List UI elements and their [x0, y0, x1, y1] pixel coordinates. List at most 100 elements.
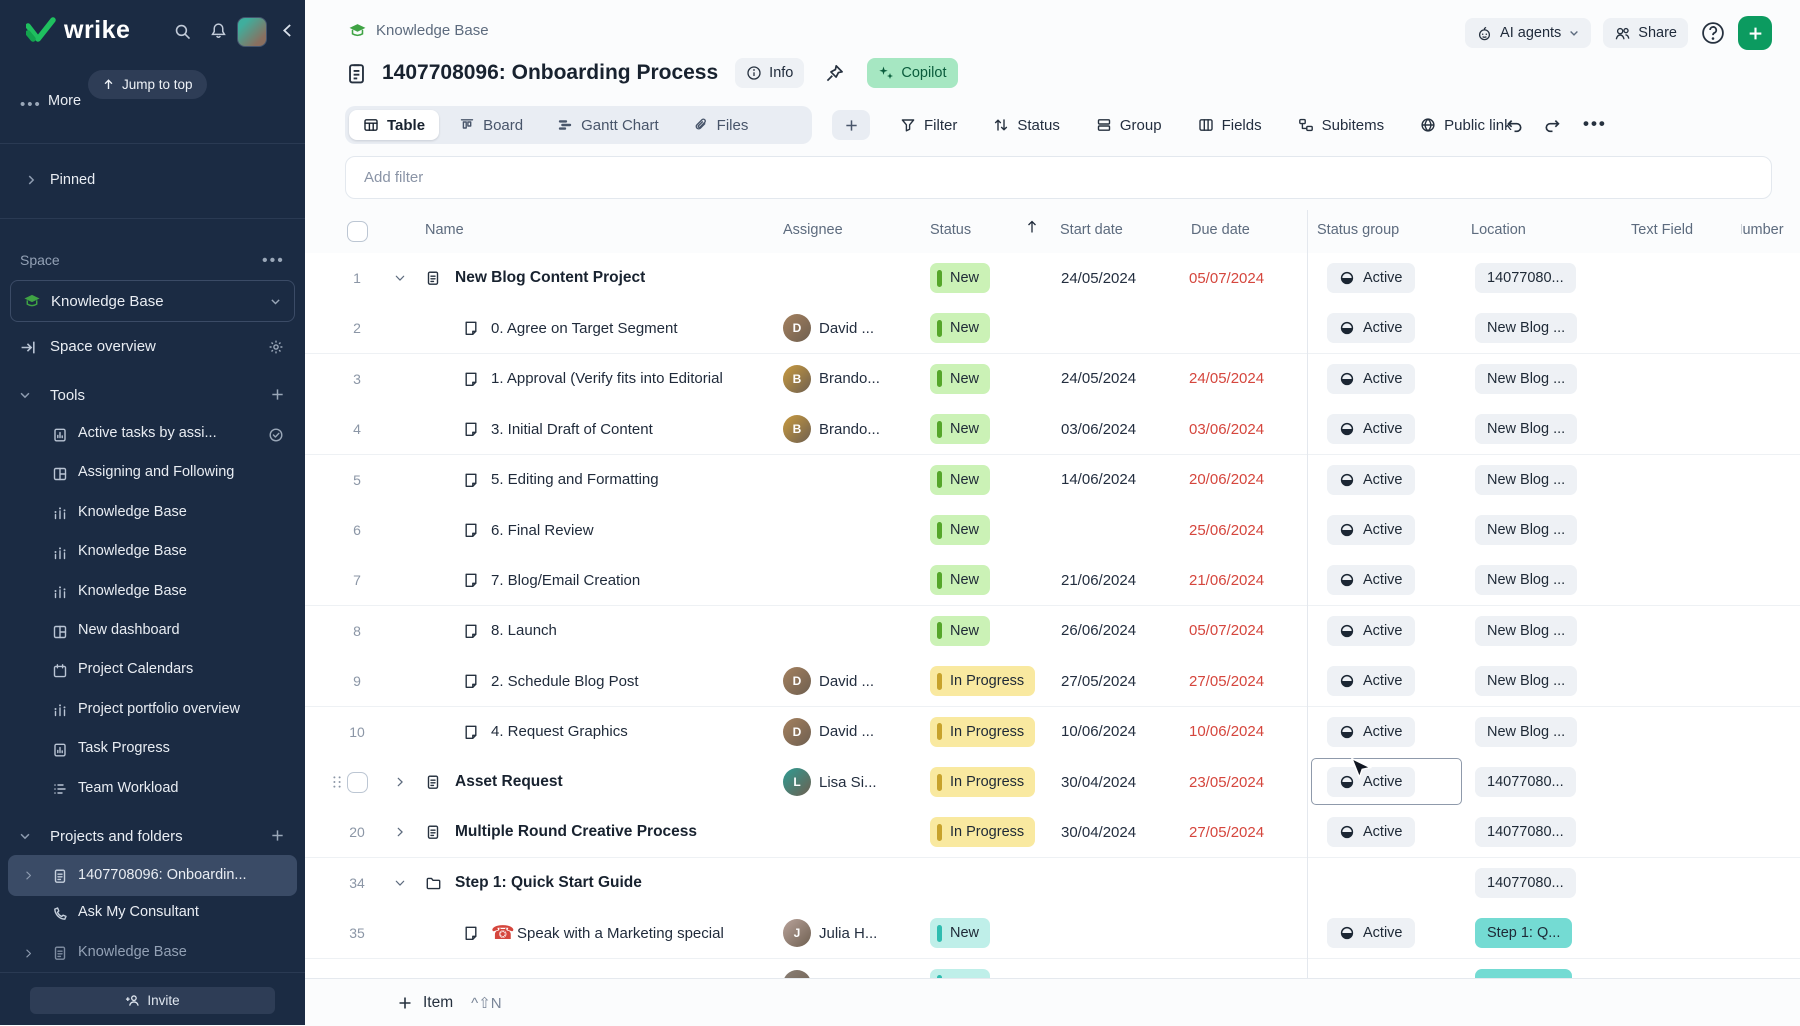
assignee-avatar[interactable]: D: [783, 656, 811, 706]
status-group-pill[interactable]: Active: [1327, 757, 1415, 807]
status-group-pill[interactable]: Active: [1327, 354, 1415, 404]
status-group-pill[interactable]: Active: [1327, 807, 1415, 857]
due-date[interactable]: 20/06/2024: [1189, 455, 1264, 505]
assignee-avatar[interactable]: B: [783, 354, 811, 404]
space-selector[interactable]: Knowledge Base: [10, 280, 295, 322]
start-date[interactable]: 03/06/2024: [1061, 404, 1136, 454]
location-pill[interactable]: New Blog ...: [1475, 606, 1577, 656]
tools-section-label[interactable]: Tools: [50, 387, 85, 404]
sidebar-tool-item[interactable]: Active tasks by assi...: [0, 415, 305, 454]
sidebar-tool-item[interactable]: Assigning and Following: [0, 454, 305, 493]
table-row[interactable]: 88. LaunchNew26/06/202405/07/2024ActiveN…: [305, 606, 1800, 657]
bell-icon[interactable]: [210, 22, 227, 39]
table-row[interactable]: Asset RequestLLisa Si...In Progress30/04…: [305, 757, 1800, 808]
due-date[interactable]: 03/06/2024: [1189, 404, 1264, 454]
due-date[interactable]: 05/07/2024: [1189, 606, 1264, 656]
space-more-icon[interactable]: •••: [262, 252, 285, 270]
location-pill[interactable]: New Blog ...: [1475, 656, 1577, 706]
more-label[interactable]: More: [48, 93, 81, 109]
status-pill[interactable]: New: [930, 253, 990, 303]
table-row[interactable]: 92. Schedule Blog PostDDavid ...In Progr…: [305, 656, 1800, 707]
status-pill[interactable]: In Progress: [930, 707, 1035, 757]
more-options-icon[interactable]: •••: [1583, 114, 1607, 134]
table-row[interactable]: 34Step 1: Quick Start Guide14077080...: [305, 858, 1800, 909]
breadcrumb[interactable]: Knowledge Base: [348, 21, 489, 40]
location-pill[interactable]: New Blog ...: [1475, 555, 1577, 605]
task-name[interactable]: 6. Final Review: [491, 505, 594, 555]
search-icon[interactable]: [174, 23, 191, 40]
table-row[interactable]: 20Multiple Round Creative ProcessIn Prog…: [305, 807, 1800, 858]
create-new-button[interactable]: [1738, 16, 1772, 50]
sidebar-tool-item[interactable]: Task Progress: [0, 730, 305, 769]
ai-agents-button[interactable]: AI agents: [1465, 18, 1591, 48]
task-name[interactable]: New Blog Content Project: [455, 253, 645, 303]
location-pill[interactable]: New Blog ...: [1475, 354, 1577, 404]
assignee-avatar[interactable]: [783, 959, 811, 978]
task-name[interactable]: 4. Request Graphics: [491, 707, 628, 757]
status-group-pill[interactable]: Active: [1327, 303, 1415, 353]
table-row[interactable]: 77. Blog/Email CreationNew21/06/202421/0…: [305, 555, 1800, 606]
status-group-pill[interactable]: Active: [1327, 908, 1415, 958]
task-name[interactable]: Step 1: Quick Start Guide: [455, 858, 642, 908]
status-pill[interactable]: In Progress: [930, 656, 1035, 706]
sidebar-project-item[interactable]: 1407708096: Onboardin...: [8, 855, 297, 896]
table-row[interactable]: NewStep 1: Q...: [305, 959, 1800, 978]
chevron-down-icon[interactable]: [393, 858, 407, 908]
due-date[interactable]: 25/06/2024: [1189, 505, 1264, 555]
status-pill[interactable]: New: [930, 555, 990, 605]
sidebar-collapse-icon[interactable]: [279, 22, 296, 39]
chevron-right-icon[interactable]: [393, 807, 407, 857]
tools-chevron-icon[interactable]: [18, 388, 32, 402]
jump-to-top-button[interactable]: Jump to top: [88, 70, 207, 99]
toolbar-subitems[interactable]: Subitems: [1298, 117, 1385, 134]
copilot-button[interactable]: Copilot: [867, 58, 957, 88]
start-date[interactable]: 24/05/2024: [1061, 253, 1136, 303]
task-name[interactable]: 1. Approval (Verify fits into Editorial: [491, 354, 723, 404]
location-pill[interactable]: New Blog ...: [1475, 303, 1577, 353]
status-pill[interactable]: New: [930, 505, 990, 555]
share-button[interactable]: Share: [1603, 18, 1688, 48]
tab-board[interactable]: Board: [445, 110, 537, 140]
toolbar-status[interactable]: Status: [993, 117, 1060, 134]
status-group-pill[interactable]: Active: [1327, 656, 1415, 706]
status-pill[interactable]: New: [930, 959, 990, 978]
location-pill[interactable]: New Blog ...: [1475, 404, 1577, 454]
start-date[interactable]: 10/06/2024: [1061, 707, 1136, 757]
status-group-pill[interactable]: Active: [1327, 707, 1415, 757]
assignee-avatar[interactable]: J: [783, 908, 811, 958]
sidebar-project-item[interactable]: Knowledge Base: [0, 934, 305, 973]
sidebar-tool-item[interactable]: Project portfolio overview: [0, 691, 305, 730]
status-group-pill[interactable]: Active: [1327, 555, 1415, 605]
location-pill[interactable]: 14077080...: [1475, 253, 1576, 303]
tab-files[interactable]: Files: [679, 110, 763, 140]
task-name[interactable]: 2. Schedule Blog Post: [491, 656, 639, 706]
location-pill[interactable]: 14077080...: [1475, 858, 1576, 908]
tools-add-icon[interactable]: [270, 387, 285, 402]
location-pill[interactable]: New Blog ...: [1475, 505, 1577, 555]
assignee-avatar[interactable]: L: [783, 757, 811, 807]
task-name[interactable]: 5. Editing and Formatting: [491, 455, 659, 505]
status-pill[interactable]: New: [930, 404, 990, 454]
toolbar-group[interactable]: Group: [1096, 117, 1162, 134]
projects-add-icon[interactable]: [270, 828, 285, 843]
drag-handle-icon[interactable]: [329, 757, 345, 807]
chevron-right-icon[interactable]: [393, 757, 407, 807]
status-pill[interactable]: New: [930, 908, 990, 958]
start-date[interactable]: 24/05/2024: [1061, 354, 1136, 404]
status-pill[interactable]: In Progress: [930, 807, 1035, 857]
assignee-avatar[interactable]: B: [783, 404, 811, 454]
due-date[interactable]: 27/05/2024: [1189, 807, 1264, 857]
start-date[interactable]: 30/04/2024: [1061, 807, 1136, 857]
pinned-chevron-icon[interactable]: [24, 173, 38, 187]
status-group-pill[interactable]: Active: [1327, 606, 1415, 656]
location-pill[interactable]: 14077080...: [1475, 807, 1576, 857]
start-date[interactable]: 21/06/2024: [1061, 555, 1136, 605]
tab-gantt-chart[interactable]: Gantt Chart: [543, 110, 673, 140]
status-pill[interactable]: New: [930, 303, 990, 353]
table-row[interactable]: 43. Initial Draft of ContentBBrando...Ne…: [305, 404, 1800, 455]
table-row[interactable]: 66. Final ReviewNew25/06/2024ActiveNew B…: [305, 505, 1800, 556]
table-row[interactable]: 31. Approval (Verify fits into Editorial…: [305, 354, 1800, 405]
location-pill[interactable]: New Blog ...: [1475, 707, 1577, 757]
start-date[interactable]: 27/05/2024: [1061, 656, 1136, 706]
toolbar-fields[interactable]: Fields: [1198, 117, 1262, 134]
